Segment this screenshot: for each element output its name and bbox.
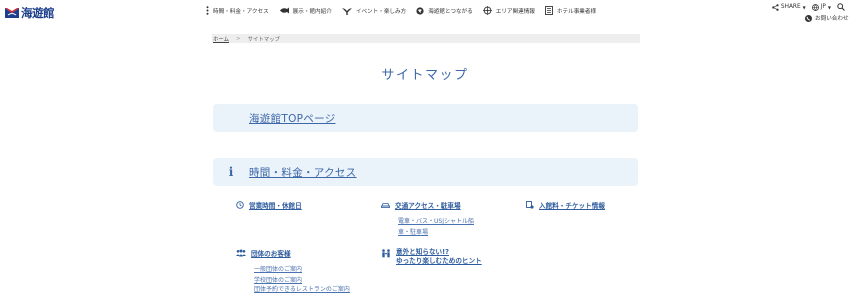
train-bus-shuttle-link[interactable]: 電車・バス・USJシャトル船 <box>398 216 474 225</box>
globe-icon <box>416 6 424 15</box>
nav-item-label: エリア関連情報 <box>495 8 535 15</box>
nav-item-label: 時間・料金・アクセス <box>213 8 269 15</box>
transport-parking-link[interactable]: 交通アクセス・駐車場 <box>381 200 461 210</box>
site-logo[interactable]: 海遊館 <box>5 5 55 21</box>
tips-label-block: 意外と知らない!? ゆったり楽しむためのヒント <box>396 248 482 265</box>
globe-icon <box>811 3 819 11</box>
language-label: JP <box>820 4 826 10</box>
breadcrumb-current: サイトマップ <box>247 36 280 43</box>
phone-icon <box>805 14 812 22</box>
site-header: 海遊館 時間・料金・アクセス 展示・館内紹介 イベント・楽しみ方 海遊館とつなが… <box>0 0 850 26</box>
hours-closed-link[interactable]: 営業時間・休館日 <box>236 200 302 210</box>
share-icon <box>772 3 779 11</box>
family-icon <box>382 249 390 258</box>
building-icon <box>544 6 553 15</box>
nav-item-hours-access[interactable]: 時間・料金・アクセス <box>206 6 269 15</box>
fish-icon <box>279 7 289 14</box>
global-nav: 時間・料金・アクセス 展示・館内紹介 イベント・楽しみ方 海遊館とつながる エリ… <box>206 6 606 15</box>
chevron-down-icon: ▼ <box>802 4 806 10</box>
tips-label-line1: 意外と知らない!? <box>396 248 449 256</box>
search-button[interactable] <box>837 3 845 11</box>
clock-icon <box>236 201 244 209</box>
search-icon <box>837 3 845 11</box>
logo-text: 海遊館 <box>21 6 55 20</box>
nav-item-events[interactable]: イベント・楽しみ方 <box>341 7 407 15</box>
nav-item-label: イベント・楽しみ方 <box>355 8 407 15</box>
page-title: サイトマップ <box>381 68 469 83</box>
nav-item-label: 展示・館内紹介 <box>292 8 332 15</box>
nav-item-connect[interactable]: 海遊館とつながる <box>416 6 473 15</box>
section-top-page: 海遊館TOPページ <box>213 104 638 132</box>
tips-link[interactable]: 意外と知らない!? ゆったり楽しむためのヒント <box>381 248 482 265</box>
utility-bar: SHARE ▼ JP ▼ <box>772 3 845 11</box>
nav-item-area[interactable]: エリア関連情報 <box>482 6 535 15</box>
section-hours-access: i 時間・料金・アクセス <box>213 158 638 186</box>
logo-mark-icon <box>5 8 19 18</box>
share-label: SHARE <box>780 4 801 10</box>
hours-access-link[interactable]: 時間・料金・アクセス <box>249 165 356 180</box>
contact-label: お問い合わせ <box>815 16 849 22</box>
admission-tickets-label: 入館料・チケット情報 <box>539 202 605 210</box>
general-group-link[interactable]: 一般団体のご案内 <box>254 264 302 273</box>
admission-tickets-link[interactable]: 入館料・チケット情報 <box>526 200 605 210</box>
group-customers-link[interactable]: 団体のお客様 <box>236 248 291 258</box>
menu-dots-icon <box>206 6 209 15</box>
compass-icon <box>482 6 492 15</box>
car-parking-link[interactable]: 車・駐車場 <box>398 227 428 236</box>
share-button[interactable]: SHARE ▼ <box>772 3 806 11</box>
group-icon <box>236 249 246 257</box>
language-selector[interactable]: JP ▼ <box>811 3 831 11</box>
info-icon: i <box>228 165 234 179</box>
bird-icon <box>341 7 352 15</box>
breadcrumb: ホーム > サイトマップ <box>212 34 640 43</box>
breadcrumb-home-link[interactable]: ホーム <box>213 35 229 43</box>
group-restaurant-link[interactable]: 団体予約できるレストランのご案内 <box>254 286 352 293</box>
contact-link[interactable]: お問い合わせ <box>805 14 849 22</box>
tips-label-line2: ゆったり楽しむためのヒント <box>396 256 482 265</box>
hours-closed-label: 営業時間・休館日 <box>249 202 302 210</box>
nav-item-label: 海遊館とつながる <box>428 8 473 15</box>
car-icon <box>381 203 390 209</box>
nav-item-exhibits[interactable]: 展示・館内紹介 <box>279 7 332 15</box>
breadcrumb-separator: > <box>236 35 241 42</box>
nav-item-label: ホテル事業者様 <box>556 8 597 15</box>
ticket-icon <box>526 201 534 209</box>
group-customers-label: 団体のお客様 <box>251 250 291 258</box>
transport-parking-label: 交通アクセス・駐車場 <box>395 202 461 210</box>
chevron-down-icon: ▼ <box>827 4 831 10</box>
top-page-link[interactable]: 海遊館TOPページ <box>249 111 336 126</box>
nav-item-business[interactable]: ホテル事業者様 <box>544 6 597 15</box>
school-group-link[interactable]: 学校団体のご案内 <box>254 275 302 284</box>
